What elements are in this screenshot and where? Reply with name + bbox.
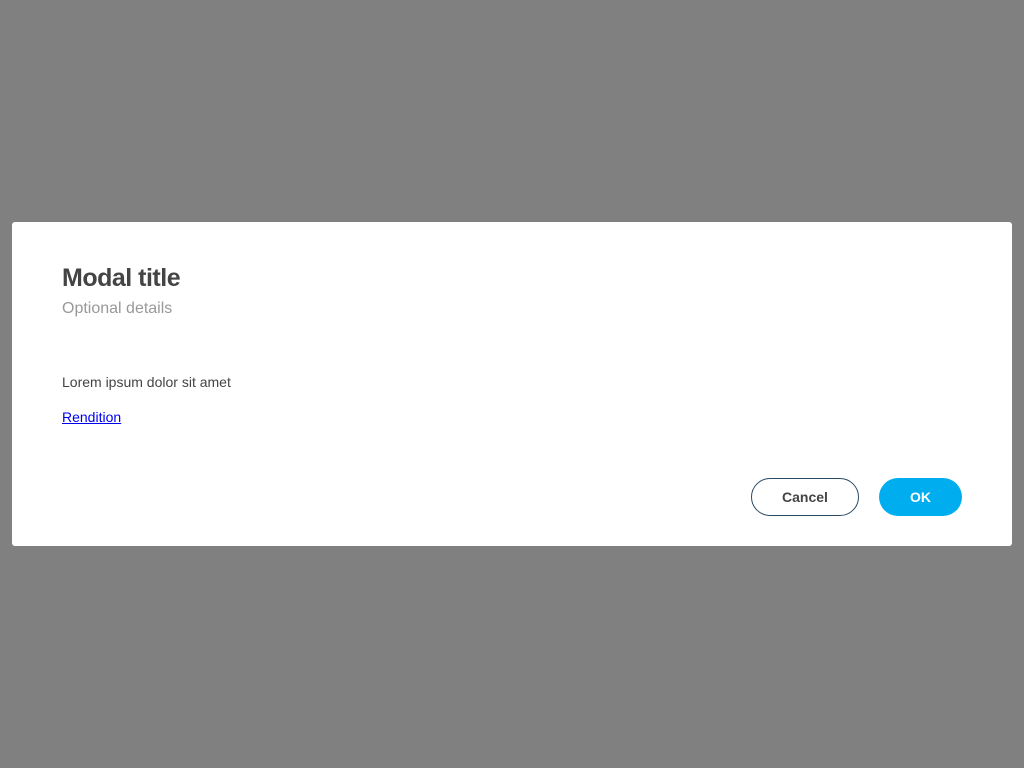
rendition-link[interactable]: Rendition (62, 409, 121, 425)
modal-body-text: Lorem ipsum dolor sit amet (62, 374, 231, 390)
modal-title: Modal title (62, 264, 181, 292)
cancel-button[interactable]: Cancel (751, 478, 859, 516)
modal-subtitle: Optional details (62, 300, 173, 317)
ok-button[interactable]: OK (879, 478, 962, 516)
modal-dialog: Modal title Optional details Lorem ipsum… (12, 222, 1012, 546)
